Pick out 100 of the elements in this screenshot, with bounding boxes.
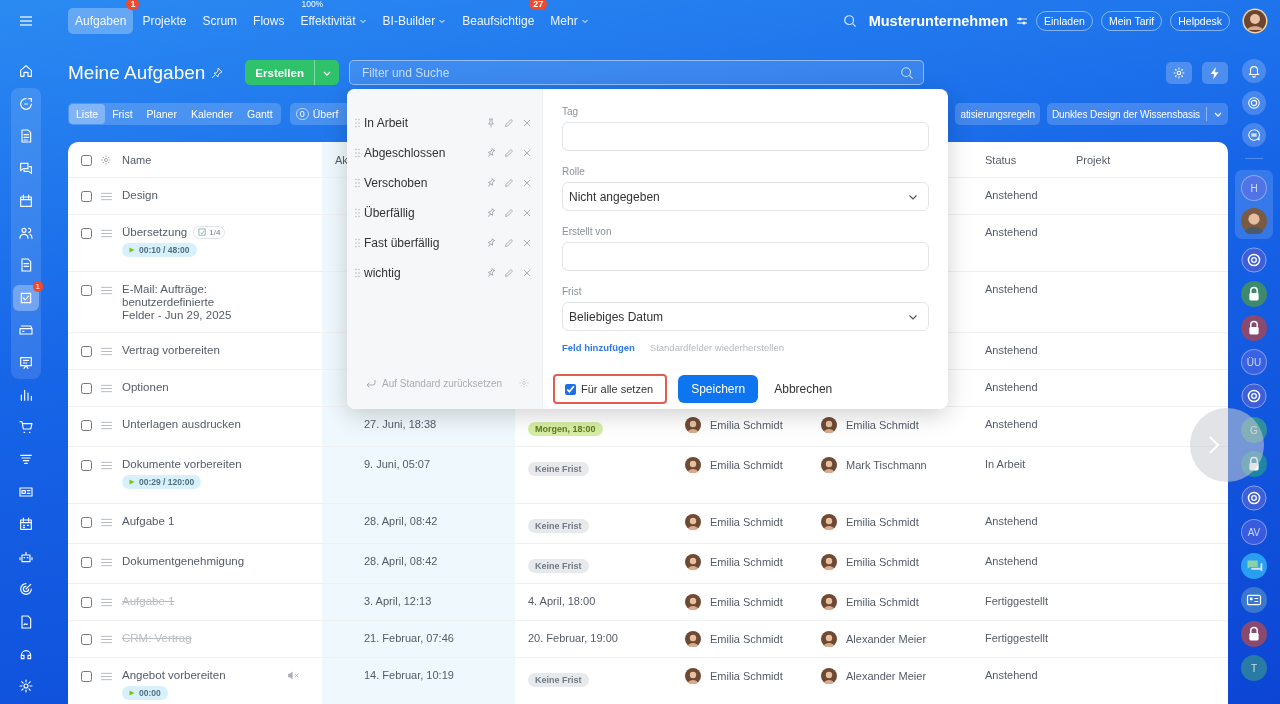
drag-handle-icon[interactable]: [99, 598, 113, 607]
deadline-badge[interactable]: Keine Frist: [528, 519, 589, 533]
settings-button[interactable]: [1166, 61, 1192, 84]
lock-chat-icon[interactable]: [1241, 315, 1267, 341]
filter-preset[interactable]: Verschoben: [347, 168, 542, 198]
person-name[interactable]: Mark Tischmann: [846, 459, 927, 471]
search-icon[interactable]: [842, 14, 857, 28]
close-icon[interactable]: [522, 148, 532, 158]
drag-handle-icon[interactable]: [99, 635, 113, 644]
task-name[interactable]: Vertrag vorbereiten: [122, 344, 220, 357]
column-header[interactable]: Status: [970, 153, 1066, 166]
row-checkbox[interactable]: [81, 597, 92, 608]
chat-avatar[interactable]: ÜU: [1241, 349, 1267, 375]
spiral-chat-icon[interactable]: [1241, 383, 1267, 409]
person-name[interactable]: Emilia Schmidt: [710, 419, 783, 431]
column-header[interactable]: Projekt: [1066, 153, 1228, 166]
lock-chat-icon[interactable]: [1241, 621, 1267, 647]
input-field[interactable]: [562, 242, 929, 271]
select-field[interactable]: Beliebiges Datum: [562, 302, 929, 331]
timer-badge[interactable]: 00:10 / 48:00: [122, 243, 197, 257]
nav-tab[interactable]: Beaufsichtige: [455, 8, 542, 34]
menu-icon[interactable]: [18, 13, 34, 29]
close-icon[interactable]: [522, 268, 532, 278]
row-checkbox[interactable]: [81, 420, 92, 431]
drag-handle-icon[interactable]: [99, 672, 113, 681]
settings-icon[interactable]: [100, 153, 112, 166]
drag-handle-icon[interactable]: [99, 461, 113, 470]
chat-avatar[interactable]: AV: [1241, 519, 1267, 545]
nav-tab[interactable]: Effektivität: [293, 8, 374, 34]
row-checkbox[interactable]: [81, 191, 92, 202]
deadline-badge[interactable]: Keine Frist: [528, 559, 589, 573]
filter-preset[interactable]: Abgeschlossen: [347, 138, 542, 168]
drag-handle-icon[interactable]: [99, 229, 113, 238]
close-icon[interactable]: [522, 208, 532, 218]
company-name[interactable]: Musterunternehmen: [868, 13, 1008, 29]
filter-preset[interactable]: Überfällig: [347, 198, 542, 228]
row-checkbox[interactable]: [81, 460, 92, 471]
view-tab[interactable]: Gantt: [240, 104, 280, 124]
toolbar-button[interactable]: atisierungsregeln: [955, 103, 1040, 125]
checkbox[interactable]: [565, 383, 576, 395]
filter-preset[interactable]: Fast überfällig: [347, 228, 542, 258]
drag-handle-icon[interactable]: [99, 384, 113, 393]
person-name[interactable]: Emilia Schmidt: [710, 459, 783, 471]
nav-tab[interactable]: Aufgaben: [68, 8, 134, 34]
deadline-text[interactable]: 4. April, 18:00: [528, 595, 670, 607]
person-name[interactable]: Emilia Schmidt: [846, 419, 919, 431]
notifications-button[interactable]: [1242, 59, 1266, 83]
drag-handle-icon[interactable]: [99, 347, 113, 356]
deadline-badge[interactable]: Keine Frist: [528, 673, 589, 687]
drag-handle-icon[interactable]: [99, 192, 113, 201]
automation-button[interactable]: [1202, 61, 1228, 84]
pin-icon[interactable]: [211, 66, 224, 79]
person-name[interactable]: Emilia Schmidt: [846, 556, 919, 568]
spiral-chat-icon[interactable]: [1241, 247, 1267, 273]
avatar[interactable]: [1241, 208, 1267, 234]
close-icon[interactable]: [522, 238, 532, 248]
sliders-icon[interactable]: [1016, 15, 1028, 27]
task-name[interactable]: Dokumente vorbereiten: [122, 458, 242, 471]
save-button[interactable]: Speichern: [678, 375, 759, 403]
nav-tab[interactable]: BI-Builder: [375, 8, 454, 34]
view-tab[interactable]: Planer: [139, 104, 184, 124]
cancel-button[interactable]: Abbrechen: [768, 381, 839, 397]
deadline-badge[interactable]: Morgen, 18:00: [528, 422, 603, 436]
select-field[interactable]: Nicht angegeben: [562, 182, 929, 211]
lock-chat-icon[interactable]: [1241, 281, 1267, 307]
spiral-button[interactable]: [1242, 91, 1266, 115]
task-name[interactable]: Übersetzung: [122, 226, 188, 239]
chat-avatar[interactable]: H: [1241, 175, 1267, 201]
nav-tab[interactable]: Scrum: [195, 8, 245, 34]
view-tab[interactable]: Kalender: [183, 104, 240, 124]
row-checkbox[interactable]: [81, 634, 92, 645]
row-checkbox[interactable]: [81, 346, 92, 357]
close-icon[interactable]: [522, 118, 532, 128]
dropdown-button[interactable]: [314, 60, 339, 85]
task-name[interactable]: Dokumentgenehmigung: [122, 555, 245, 568]
task-name[interactable]: Design: [122, 189, 158, 202]
select-all-checkbox[interactable]: [81, 155, 92, 166]
column-header[interactable]: Name: [120, 153, 322, 166]
drag-handle-icon[interactable]: [99, 518, 113, 527]
person-name[interactable]: Emilia Schmidt: [710, 516, 783, 528]
person-name[interactable]: Emilia Schmidt: [846, 516, 919, 528]
nav-tab[interactable]: Projekte: [135, 8, 194, 34]
chat-bubbles-icon[interactable]: [1241, 553, 1267, 579]
checkbox-label[interactable]: Für alle setzen: [581, 383, 654, 395]
person-name[interactable]: Emilia Schmidt: [710, 556, 783, 568]
chat-avatar[interactable]: T: [1241, 655, 1267, 681]
row-checkbox[interactable]: [81, 285, 92, 296]
row-checkbox[interactable]: [81, 383, 92, 394]
toolbar-button[interactable]: Dunkles Design der Wissensbasis: [1046, 103, 1228, 125]
timer-badge[interactable]: 00:00: [122, 686, 168, 700]
person-name[interactable]: Alexander Meier: [846, 670, 927, 682]
row-checkbox[interactable]: [81, 517, 92, 528]
timer-badge[interactable]: 00:29 / 120:00: [122, 475, 202, 489]
person-name[interactable]: Emilia Schmidt: [846, 596, 919, 608]
drag-handle-icon[interactable]: [99, 286, 113, 295]
nav-tab[interactable]: Flows: [246, 8, 292, 34]
add-field-link[interactable]: Feld hinzufügen: [562, 342, 635, 353]
person-name[interactable]: Emilia Schmidt: [710, 670, 783, 682]
task-name[interactable]: E-Mail: Aufträge: benutzerdefinierte Felder - Jun 29, 2025: [122, 283, 232, 322]
avatar[interactable]: [1242, 8, 1268, 34]
